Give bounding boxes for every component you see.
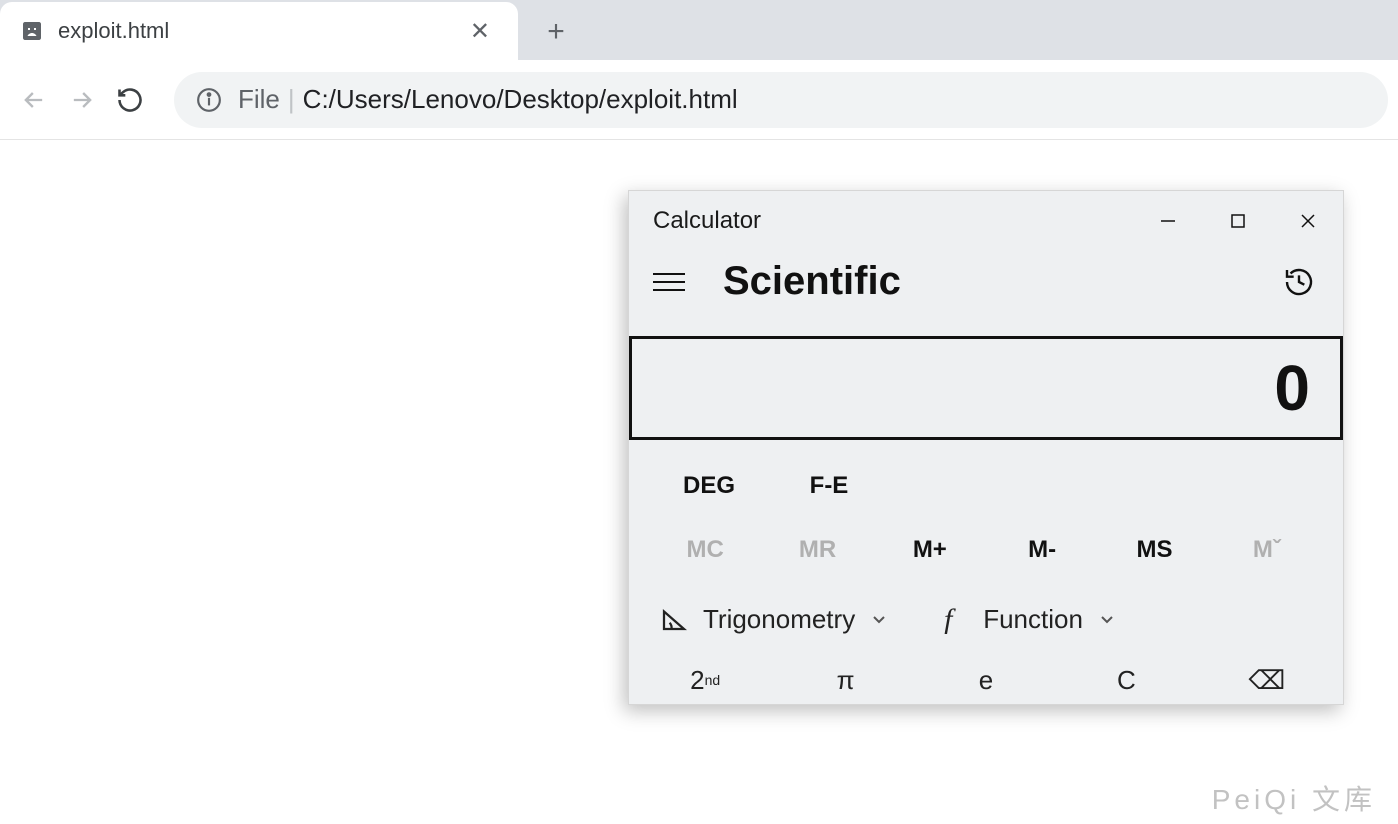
pi-key[interactable]: π bbox=[775, 656, 915, 704]
tab-title: exploit.html bbox=[58, 18, 462, 44]
close-tab-icon[interactable]: ✕ bbox=[462, 17, 498, 46]
calculator-titlebar[interactable]: Calculator bbox=[629, 191, 1343, 251]
calculator-mode: Scientific bbox=[723, 259, 1279, 304]
maximize-button[interactable] bbox=[1203, 191, 1273, 251]
browser-tab-bar: exploit.html ✕ + bbox=[0, 0, 1398, 60]
mc-button[interactable]: MC bbox=[649, 522, 761, 578]
mr-button[interactable]: MR bbox=[761, 522, 873, 578]
calculator-header: Scientific bbox=[629, 251, 1343, 324]
address-bar[interactable]: File | C:/Users/Lenovo/Desktop/exploit.h… bbox=[174, 72, 1388, 128]
forward-button[interactable] bbox=[58, 76, 106, 124]
mplus-button[interactable]: M+ bbox=[874, 522, 986, 578]
calculator-window: Calculator Scientific 0 DEG bbox=[628, 190, 1344, 705]
svg-text:f: f bbox=[944, 604, 956, 634]
minimize-button[interactable] bbox=[1133, 191, 1203, 251]
history-icon[interactable] bbox=[1279, 262, 1319, 302]
function-dropdown[interactable]: f Function bbox=[929, 592, 1127, 646]
browser-tab[interactable]: exploit.html ✕ bbox=[0, 2, 518, 60]
second-key[interactable]: 2nd bbox=[635, 656, 775, 704]
sad-page-icon bbox=[20, 19, 44, 43]
info-icon[interactable] bbox=[196, 87, 222, 113]
new-tab-button[interactable]: + bbox=[532, 8, 580, 56]
angle-icon bbox=[659, 604, 689, 634]
chevron-down-icon bbox=[869, 609, 889, 629]
reload-button[interactable] bbox=[106, 76, 154, 124]
browser-toolbar: File | C:/Users/Lenovo/Desktop/exploit.h… bbox=[0, 60, 1398, 140]
display-value: 0 bbox=[1274, 351, 1310, 425]
mlist-button[interactable]: Mˇ bbox=[1211, 522, 1323, 578]
angle-row: DEG F-E bbox=[629, 454, 1343, 518]
url-path: C:/Users/Lenovo/Desktop/exploit.html bbox=[303, 84, 738, 115]
dropdown-row: Trigonometry f Function bbox=[629, 582, 1343, 656]
memory-row: MC MR M+ M- MS Mˇ bbox=[629, 518, 1343, 582]
chevron-down-icon bbox=[1097, 609, 1117, 629]
fe-button[interactable]: F-E bbox=[769, 458, 889, 514]
close-window-button[interactable] bbox=[1273, 191, 1343, 251]
trig-label: Trigonometry bbox=[703, 604, 855, 635]
func-label: Function bbox=[983, 604, 1083, 635]
window-title: Calculator bbox=[653, 207, 1133, 235]
mminus-button[interactable]: M- bbox=[986, 522, 1098, 578]
menu-icon[interactable] bbox=[653, 273, 693, 291]
url-separator: | bbox=[288, 84, 295, 115]
clear-key[interactable]: C bbox=[1056, 656, 1196, 704]
backspace-key[interactable]: ⌫ bbox=[1197, 656, 1337, 704]
url-scheme: File bbox=[238, 84, 280, 115]
key-row-1: 2nd π e C ⌫ bbox=[629, 656, 1343, 704]
back-button[interactable] bbox=[10, 76, 58, 124]
calculator-display: 0 bbox=[629, 336, 1343, 440]
page-content: Calculator Scientific 0 DEG bbox=[0, 140, 1398, 824]
watermark: PeiQi 文库 bbox=[1212, 778, 1376, 818]
deg-button[interactable]: DEG bbox=[649, 458, 769, 514]
ms-button[interactable]: MS bbox=[1098, 522, 1210, 578]
function-icon: f bbox=[939, 604, 969, 634]
e-key[interactable]: e bbox=[916, 656, 1056, 704]
trigonometry-dropdown[interactable]: Trigonometry bbox=[649, 592, 899, 646]
